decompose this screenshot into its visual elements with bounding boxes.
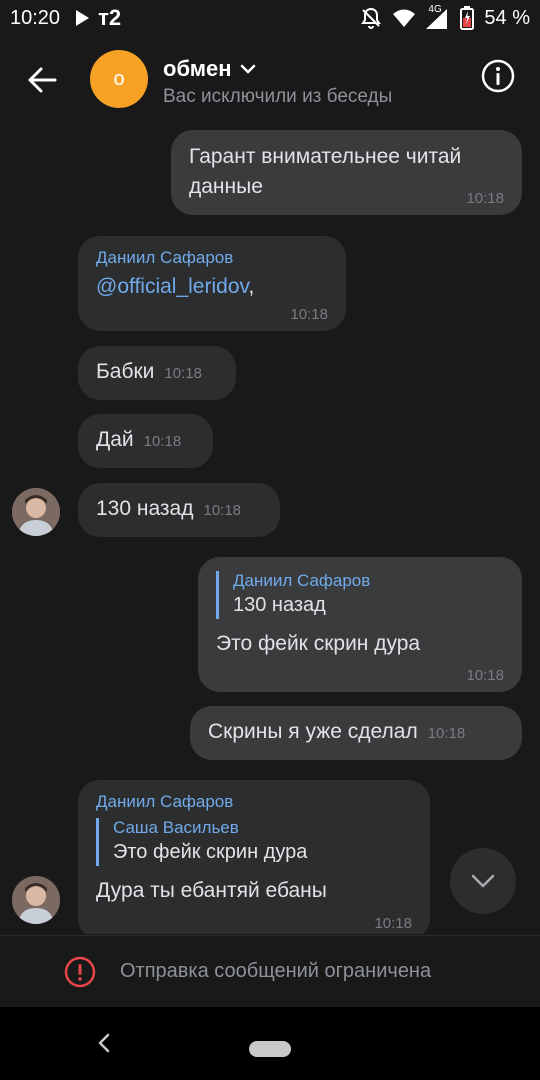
user-photo-icon [12, 488, 60, 536]
message-text: @official_leridov, [96, 272, 328, 302]
chat-title-button[interactable]: обмен [163, 56, 256, 82]
sender-name[interactable]: Даниил Сафаров [96, 248, 328, 268]
chat-subtitle: Вас исключили из беседы [163, 86, 393, 107]
play-icon [76, 10, 90, 26]
message-bubble[interactable]: Скрины я уже сделал 10:18 [190, 706, 522, 760]
message-text: Гарант внимательнее читай данные [189, 145, 462, 198]
message-text: Дура ты ебантяй ебаны [96, 879, 327, 902]
reply-text: 130 назад [233, 594, 326, 616]
message-bubble[interactable]: 130 назад 10:18 [78, 483, 280, 537]
message-time: 10:18 [466, 667, 504, 684]
back-button[interactable] [20, 58, 64, 102]
user-photo-icon [12, 876, 60, 924]
user-avatar[interactable] [12, 488, 60, 536]
scroll-down-button[interactable] [450, 848, 516, 914]
reply-sender: Даниил Сафаров [233, 571, 371, 590]
message-text: Это фейк скрин дура [216, 632, 421, 655]
message-time: 10:18 [203, 502, 242, 519]
message-text-body: Скрины я уже сделал [208, 720, 418, 743]
message-bubble[interactable]: Дай 10:18 [78, 414, 213, 468]
message-bubble[interactable]: Бабки 10:18 [78, 346, 236, 400]
system-nav-bar [0, 1007, 540, 1080]
message-time: 10:18 [466, 190, 504, 207]
message-text: Бабки 10:18 [96, 358, 218, 388]
message-text-body: 130 назад [96, 497, 194, 520]
battery-percent: 54 % [484, 6, 530, 29]
message-time: 10:18 [164, 365, 202, 382]
message-text-tail: , [248, 275, 255, 298]
message-bubble[interactable]: Даниил Сафаров 130 назад Это фейк скрин … [198, 557, 522, 692]
message-time: 10:18 [374, 915, 412, 932]
status-bar: 10:20 т2 4G 54 % [0, 0, 540, 36]
reply-quote[interactable]: Саша Васильев Это фейк скрин дура [96, 818, 412, 866]
chevron-down-icon [471, 874, 495, 888]
muted-bell-icon [361, 7, 382, 29]
battery-icon [460, 6, 475, 30]
wifi-icon [393, 9, 416, 27]
message-bubble[interactable]: Даниил Сафаров Саша Васильев Это фейк ск… [78, 780, 430, 934]
message-list[interactable]: Гарант внимательнее читай данные 10:18 Д… [0, 122, 540, 934]
chat-avatar-letter: о [113, 67, 125, 90]
chat-title: обмен [163, 56, 232, 81]
arrow-left-icon [28, 67, 57, 93]
nav-back-icon[interactable] [94, 1031, 114, 1055]
message-text-body: Бабки [96, 360, 155, 383]
message-text-body: Дай [96, 428, 134, 451]
chevron-down-icon [240, 64, 255, 74]
nav-home-pill[interactable] [249, 1041, 291, 1057]
mention-link[interactable]: @official_leridov [96, 275, 248, 298]
sender-name[interactable]: Даниил Сафаров [96, 792, 412, 812]
chat-header: о обмен Вас исключили из беседы [0, 36, 540, 122]
message-time: 10:18 [427, 725, 466, 742]
message-text: Дай 10:18 [96, 426, 195, 456]
reply-sender: Саша Васильев [113, 818, 239, 837]
warning-icon [64, 956, 96, 988]
message-text: 130 назад 10:18 [96, 495, 262, 525]
info-icon [481, 59, 515, 93]
chat-avatar[interactable]: о [90, 50, 148, 108]
status-time: 10:20 [10, 6, 61, 29]
network-type: 4G [428, 4, 442, 15]
message-time: 10:18 [143, 433, 182, 450]
restriction-bar: Отправка сообщений ограничена [0, 935, 540, 1007]
reply-quote[interactable]: Даниил Сафаров 130 назад [216, 571, 504, 619]
user-avatar[interactable] [12, 876, 60, 924]
reply-text: Это фейк скрин дура [113, 841, 308, 863]
message-bubble[interactable]: Даниил Сафаров @official_leridov, 10:18 [78, 236, 346, 331]
message-bubble[interactable]: Гарант внимательнее читай данные 10:18 [171, 130, 522, 215]
status-carrier: т2 [98, 5, 122, 30]
cellular-icon: 4G [426, 4, 450, 29]
message-text: Скрины я уже сделал 10:18 [208, 718, 504, 748]
info-button[interactable] [480, 58, 520, 98]
message-time: 10:18 [290, 306, 328, 323]
restriction-text: Отправка сообщений ограничена [120, 960, 432, 982]
